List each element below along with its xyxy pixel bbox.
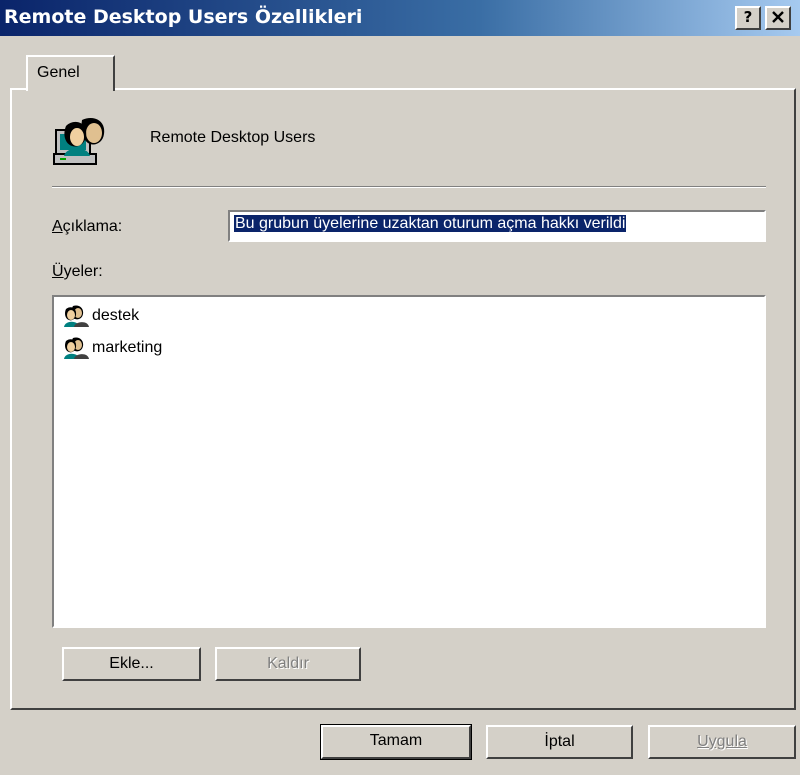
description-label-text: çıklama:: [62, 218, 123, 235]
member-name: destek: [92, 307, 140, 324]
group-name: Remote Desktop Users: [150, 129, 316, 146]
help-button[interactable]: ?: [735, 6, 761, 30]
close-button[interactable]: [765, 6, 791, 30]
cancel-button[interactable]: İptal: [486, 725, 633, 759]
add-member-button[interactable]: Ekle...: [62, 647, 201, 681]
separator: [52, 186, 766, 188]
members-list[interactable]: destek marketing: [52, 295, 766, 628]
list-item-destek[interactable]: destek: [64, 303, 139, 329]
user-group-icon: [64, 305, 89, 327]
remove-member-button[interactable]: Kaldır: [215, 647, 361, 681]
tab-genel-label: Genel: [37, 64, 80, 81]
ok-button-label: Tamam: [369, 732, 423, 749]
members-label-text: yeler:: [63, 263, 103, 280]
user-group-icon: [64, 337, 89, 359]
cancel-button-label: İptal: [544, 733, 575, 750]
title-bar[interactable]: Remote Desktop Users Özellikleri ?: [0, 0, 800, 36]
tab-genel[interactable]: Genel: [26, 55, 115, 91]
description-label: Açıklama:: [52, 218, 123, 235]
ok-button[interactable]: Tamam: [320, 724, 472, 760]
list-item-marketing[interactable]: marketing: [64, 335, 162, 361]
add-member-button-label: Ekle...: [109, 655, 154, 672]
member-name: marketing: [92, 339, 163, 356]
description-field[interactable]: Bu grubun üyelerine uzaktan oturum açma …: [228, 210, 766, 242]
window-title: Remote Desktop Users Özellikleri: [4, 6, 363, 28]
description-value: Bu grubun üyelerine uzaktan oturum açma …: [234, 215, 627, 232]
members-label: Üyeler:: [52, 263, 103, 280]
user-group-icon: [53, 117, 105, 165]
apply-button-label: Uygula: [697, 733, 747, 750]
remove-member-button-label: Kaldır: [267, 655, 309, 672]
close-icon: [772, 11, 784, 23]
apply-button[interactable]: Uygula: [648, 725, 796, 759]
